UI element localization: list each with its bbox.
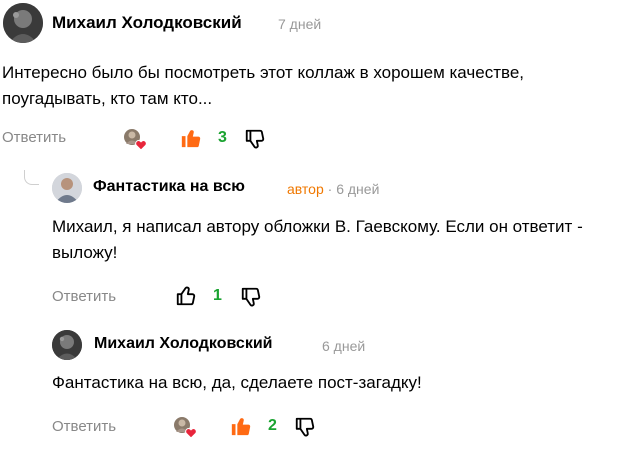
comment-time: 6 дней [336,181,380,197]
reply-button[interactable]: Ответить [2,129,66,146]
thumbs-up-icon[interactable] [175,285,197,312]
avatar[interactable] [3,3,43,43]
author-name[interactable]: Михаил Холодковский [52,13,242,33]
heart-icon [135,138,147,156]
thumbs-down-icon[interactable] [294,416,316,443]
comment-text: Фантастика на всю, да, сделаете пост-заг… [52,373,422,392]
reply-button[interactable]: Ответить [52,288,116,305]
reactors-avatar[interactable] [173,416,197,439]
meta-separator: · [323,181,337,197]
author-badge: автор [287,181,324,197]
comment-text: Интересно было бы посмотреть этот коллаж… [2,63,525,108]
thread-line [24,170,39,185]
heart-icon [185,426,197,444]
thumbs-up-icon[interactable] [180,127,202,154]
comment-text: Михаил, я написал автору обложки В. Гаев… [52,217,583,262]
author-name[interactable]: Михаил Холодковский [94,335,273,353]
thumbs-down-icon[interactable] [244,128,266,155]
comment-time: 7 дней [278,16,322,32]
author-name[interactable]: Фантастика на всю [93,178,245,196]
like-count: 1 [213,287,222,304]
reply-button[interactable]: Ответить [52,418,116,435]
like-count: 3 [218,129,227,146]
avatar[interactable] [52,330,82,360]
comment-meta: автор · 6 дней [287,181,379,197]
reactors-avatar[interactable] [123,128,147,151]
comment-time: 6 дней [322,338,366,354]
avatar[interactable] [52,173,82,203]
like-count: 2 [268,417,277,434]
thumbs-up-icon[interactable] [230,415,252,442]
thumbs-down-icon[interactable] [240,286,262,313]
